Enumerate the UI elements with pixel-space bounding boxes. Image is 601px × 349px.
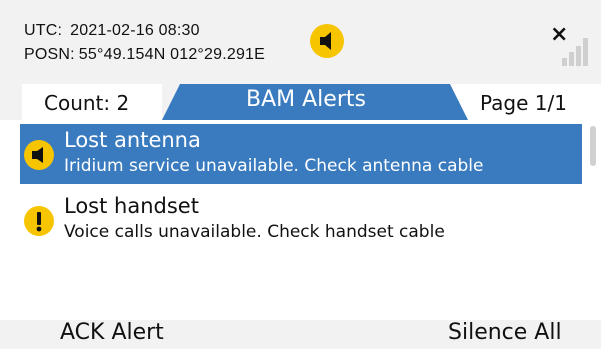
alert-title: Lost handset [64,194,199,218]
alert-title: Lost antenna [64,128,201,152]
alarm-speaker-icon [310,24,344,58]
ack-alert-button[interactable]: ACK Alert [60,320,164,345]
tab-header: Count: 2 BAM Alerts Page 1/1 [0,84,601,120]
list-item[interactable]: Lost handset Voice calls unavailable. Ch… [20,190,582,250]
alert-list: Lost antenna Iridium service unavailable… [0,120,601,320]
utc-line: UTC: 2021-02-16 08:30 [24,22,200,40]
posn-label: POSN: [24,46,75,63]
signal-bars-icon [562,30,592,66]
alert-description: Voice calls unavailable. Check handset c… [64,222,445,242]
silence-all-button[interactable]: Silence All [448,320,562,345]
alert-count: Count: 2 [44,91,130,115]
speaker-icon [24,140,54,170]
position-line: POSN: 55°49.154N 012°29.291E [24,46,265,64]
posn-value: 55°49.154N 012°29.291E [78,46,266,63]
scrollbar[interactable] [590,126,596,166]
exclamation-icon [24,206,54,236]
page-indicator: Page 1/1 [480,91,567,115]
utc-label: UTC: [24,22,63,39]
status-bar: UTC: 2021-02-16 08:30 POSN: 55°49.154N 012… [0,0,601,84]
utc-value: 2021-02-16 08:30 [70,22,200,39]
list-item[interactable]: Lost antenna Iridium service unavailable… [20,124,582,184]
softkey-bar: ACK Alert Silence All [0,320,601,349]
alert-description: Iridium service unavailable. Check anten… [64,156,484,176]
tab-bam-alerts[interactable]: BAM Alerts [246,87,366,112]
